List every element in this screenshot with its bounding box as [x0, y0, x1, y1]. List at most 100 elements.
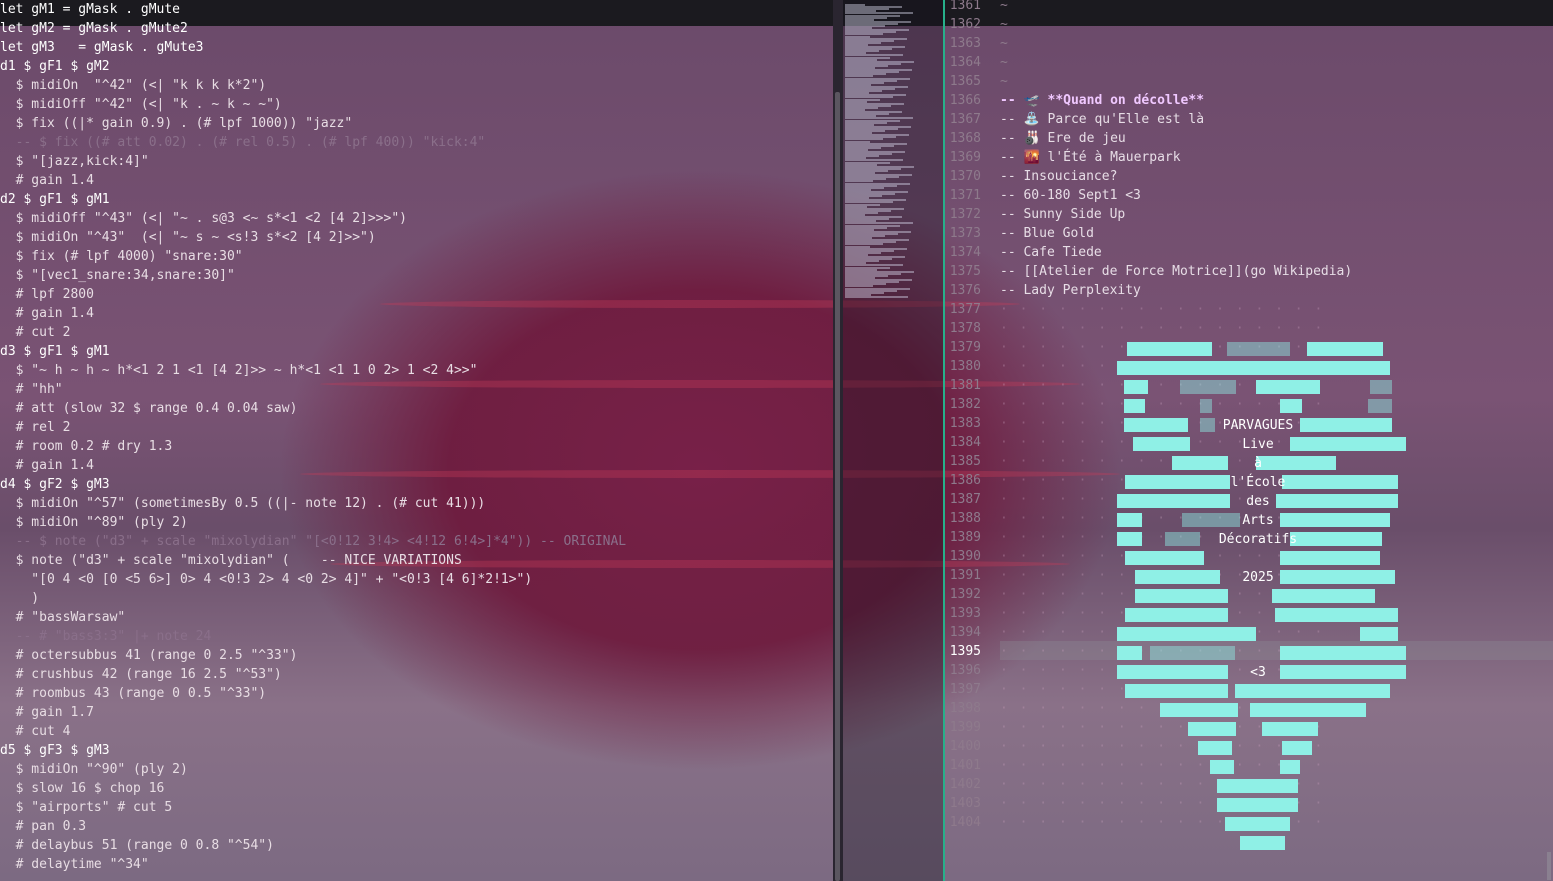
code-line[interactable]: # gain 1.7 — [0, 703, 94, 722]
note-line[interactable]: -- ⛲ Parce qu'Elle est là — [1000, 110, 1204, 129]
note-line[interactable]: ~ — [1000, 72, 1008, 91]
code-line[interactable]: # octersubbus 41 (range 0 2.5 "^33") — [0, 646, 298, 665]
code-line[interactable]: # "bassWarsaw" — [0, 608, 126, 627]
code-line[interactable]: d1 $ gF1 $ gM2 — [0, 57, 110, 76]
code-line[interactable]: $ midiOn "^57" (sometimesBy 0.5 ((|- not… — [0, 494, 486, 513]
code-line[interactable]: $ "[jazz,kick:4]" — [0, 152, 149, 171]
code-line[interactable]: ) — [0, 589, 39, 608]
line-number: 1385 — [949, 454, 981, 469]
line-number: 1396 — [949, 663, 981, 678]
code-line[interactable]: # rel 2 — [0, 418, 71, 437]
heart-caption: à — [1254, 456, 1262, 471]
line-number: 1374 — [949, 245, 981, 260]
code-line[interactable]: $ midiOff "^42" (<| "k . ~ k ~ ~") — [0, 95, 282, 114]
code-line[interactable]: # crushbus 42 (range 16 2.5 "^53") — [0, 665, 282, 684]
line-number: 1398 — [949, 701, 981, 716]
note-line[interactable]: -- 60-180 Sept1 <3 — [1000, 186, 1141, 205]
heart-caption: Décoratifs — [1218, 532, 1298, 547]
code-line[interactable]: # delaybus 51 (range 0 0.8 "^54") — [0, 836, 274, 855]
note-line[interactable]: ~ — [1000, 0, 1008, 15]
code-line[interactable]: # att (slow 32 $ range 0.4 0.04 saw) — [0, 399, 298, 418]
heart-caption: l'École — [1230, 475, 1286, 490]
note-line[interactable]: -- Lady Perplexity — [1000, 281, 1141, 300]
minimap-line — [845, 295, 908, 298]
note-line[interactable]: -- Sunny Side Up — [1000, 205, 1125, 224]
code-line[interactable]: # room 0.2 # dry 1.3 — [0, 437, 173, 456]
note-line[interactable]: -- 🛫 **Quand on décolle** — [1000, 91, 1204, 110]
minimap[interactable] — [843, 0, 943, 881]
note-line[interactable]: -- Insouciance? — [1000, 167, 1117, 186]
heart-art-block — [1217, 798, 1298, 812]
code-line[interactable]: # "hh" — [0, 380, 63, 399]
line-number: 1397 — [949, 682, 981, 697]
code-line[interactable]: d2 $ gF1 $ gM1 — [0, 190, 110, 209]
heart-art-block — [1280, 646, 1406, 660]
code-line[interactable]: $ midiOn "^43" (<| "~ s ~ <s!3 s*<2 [4 2… — [0, 228, 376, 247]
note-line[interactable]: ~ — [1000, 15, 1008, 34]
note-line[interactable]: -- [[Atelier de Force Motrice]](go Wikip… — [1000, 262, 1352, 281]
note-line[interactable]: ~ — [1000, 53, 1008, 72]
line-number: 1372 — [949, 207, 981, 222]
line-number: 1392 — [949, 587, 981, 602]
line-number: 1401 — [949, 758, 981, 773]
heart-art-block — [1127, 342, 1212, 356]
line-number: 1373 — [949, 226, 981, 241]
code-line[interactable]: let gM3 = gMask . gMute3 — [0, 38, 204, 57]
code-line[interactable]: # gain 1.4 — [0, 171, 94, 190]
code-line[interactable]: $ midiOn "^42" (<| "k k k k*2") — [0, 76, 266, 95]
note-line[interactable]: -- Cafe Tiede — [1000, 243, 1102, 262]
line-number: 1367 — [949, 112, 981, 127]
code-line[interactable]: $ midiOn "^89" (ply 2) — [0, 513, 188, 532]
code-line[interactable]: # gain 1.4 — [0, 456, 94, 475]
line-number: 1382 — [949, 397, 981, 412]
note-line[interactable]: ~ — [1000, 34, 1008, 53]
code-line[interactable]: d3 $ gF1 $ gM1 — [0, 342, 110, 361]
heart-art-block — [1124, 380, 1148, 394]
code-line[interactable]: -- # "bass3:3" |+ note 24 — [0, 627, 212, 646]
note-line[interactable]: -- Blue Gold — [1000, 224, 1094, 243]
whitespace-marker: · · · · · · · · · · · · · · · · · — [1000, 758, 1325, 773]
code-line[interactable]: $ midiOff "^43" (<| "~ . s@3 <~ s*<1 <2 … — [0, 209, 407, 228]
vertical-scrollbar-thumb[interactable] — [835, 92, 840, 881]
whitespace-marker: · · · · · · · · · · · · · · · · · — [1000, 321, 1325, 336]
code-line[interactable]: $ fix (# lpf 4000) "snare:30" — [0, 247, 243, 266]
code-line[interactable]: # cut 4 — [0, 722, 71, 741]
code-line[interactable]: $ "~ h ~ h ~ h*<1 2 1 <1 [4 2]>> ~ h*<1 … — [0, 361, 478, 380]
heart-art-block — [1280, 399, 1302, 413]
code-line[interactable]: let gM2 = gMask . gMute2 — [0, 19, 188, 38]
code-line[interactable]: $ note ("d3" + scale "mixolydian" ( -- N… — [0, 551, 462, 570]
code-line[interactable]: # gain 1.4 — [0, 304, 94, 323]
code-line[interactable]: $ "[vec1_snare:34,snare:30]" — [0, 266, 235, 285]
line-number: 1371 — [949, 188, 981, 203]
code-line[interactable]: d4 $ gF2 $ gM3 — [0, 475, 110, 494]
code-line[interactable]: let gM1 = gMask . gMute — [0, 0, 180, 19]
code-editor-pane[interactable]: let gM1 = gMask . gMute let gM2 = gMask .… — [0, 0, 833, 881]
code-line[interactable]: # lpf 2800 — [0, 285, 94, 304]
code-line[interactable]: d5 $ gF3 $ gM3 — [0, 741, 110, 760]
heart-art-block — [1280, 760, 1300, 774]
code-line[interactable]: -- $ note ("d3" + scale "mixolydian" "[<… — [0, 532, 627, 551]
note-line[interactable]: -- 🌇 l'Été à Mauerpark — [1000, 148, 1181, 167]
heart-art-block — [1210, 760, 1234, 774]
heart-art-block — [1217, 779, 1298, 793]
heart-caption: <3 — [1250, 665, 1266, 680]
whitespace-marker: · · · · · · · · · · · · · · · · · — [1000, 739, 1325, 754]
code-line[interactable]: $ "airports" # cut 5 — [0, 798, 173, 817]
note-line[interactable]: -- 🎳 Ere de jeu — [1000, 129, 1126, 148]
code-line[interactable]: # delaytime "^34" — [0, 855, 149, 874]
right-scrollbar-thumb[interactable] — [1547, 852, 1551, 880]
code-line[interactable]: "[0 4 <0 [0 <5 6>] 0> 4 <0!3 2> 4 <0 2> … — [0, 570, 532, 589]
code-line[interactable]: $ slow 16 $ chop 16 — [0, 779, 165, 798]
code-line[interactable]: $ midiOn "^90" (ply 2) — [0, 760, 188, 779]
heart-art-block — [1370, 380, 1392, 394]
code-line[interactable]: -- $ fix ((# att 0.02) . (# rel 0.5) . (… — [0, 133, 486, 152]
code-line[interactable]: # roombus 43 (range 0 0.5 "^33") — [0, 684, 266, 703]
code-line[interactable]: $ fix ((|* gain 0.9) . (# lpf 1000)) "ja… — [0, 114, 353, 133]
line-number: 1365 — [949, 74, 981, 89]
line-number: 1388 — [949, 511, 981, 526]
line-number: 1383 — [949, 416, 981, 431]
heart-art-block — [1250, 703, 1366, 717]
code-line[interactable]: # pan 0.3 — [0, 817, 86, 836]
code-line[interactable]: # cut 2 — [0, 323, 71, 342]
line-number: 1377 — [949, 302, 981, 317]
